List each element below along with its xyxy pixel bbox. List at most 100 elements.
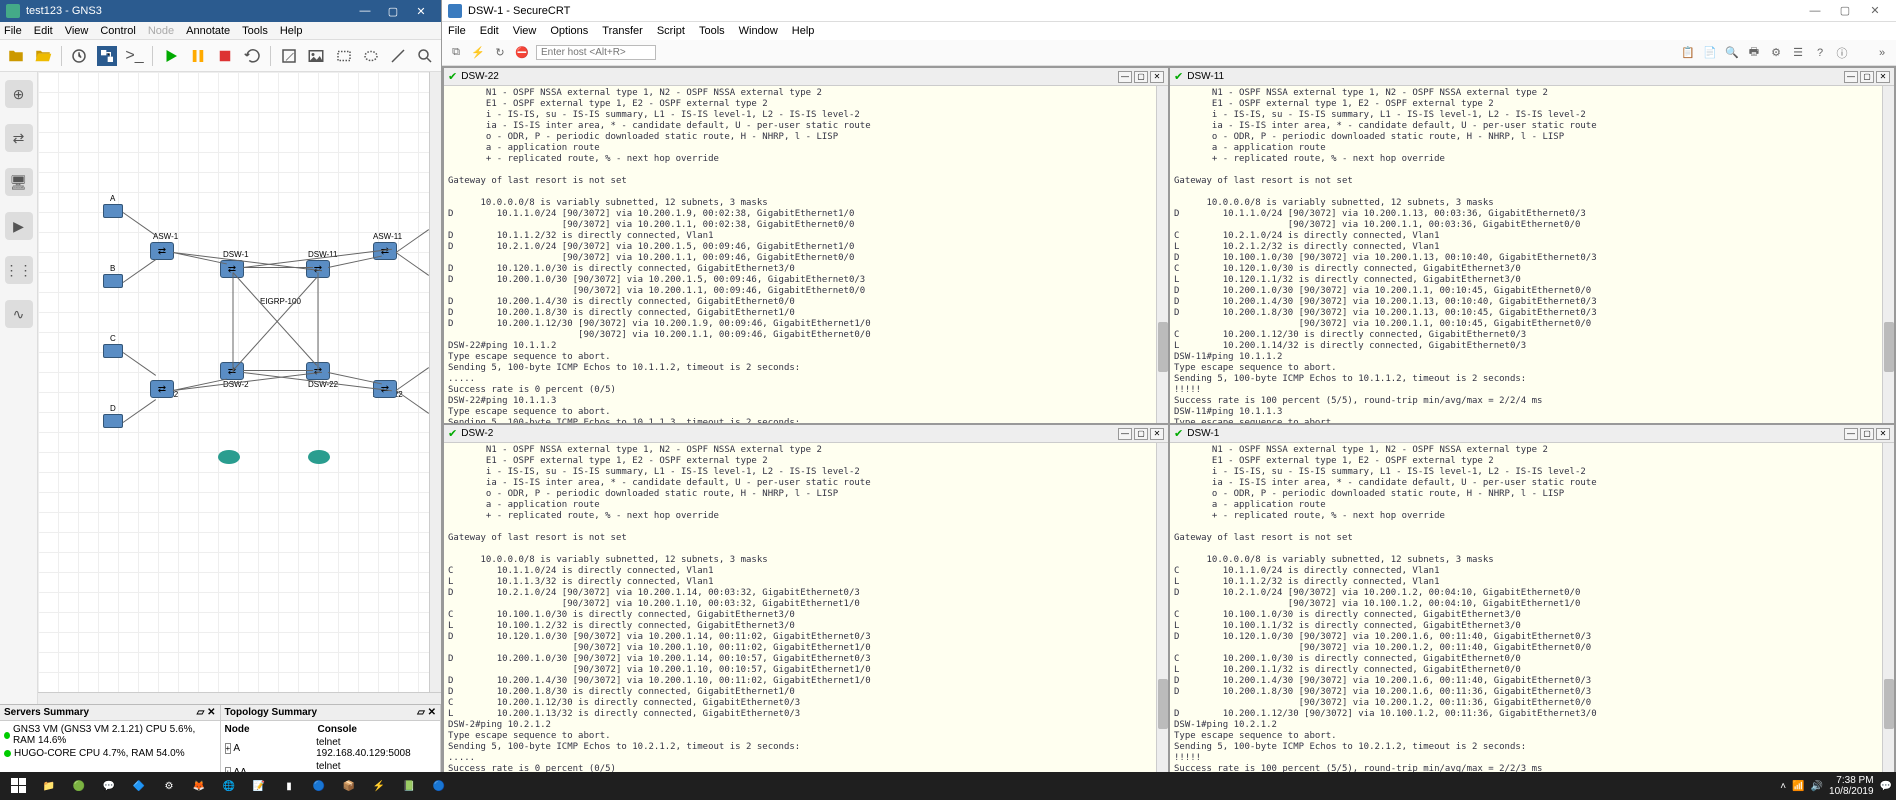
palette-end-devices-icon[interactable]: 🖥: [5, 168, 33, 196]
pane-max-icon[interactable]: ▢: [1860, 428, 1874, 440]
taskbar-app-icon[interactable]: 🌐: [214, 774, 244, 798]
annotation-note-icon[interactable]: [279, 46, 298, 66]
node-b[interactable]: [103, 274, 123, 288]
pane-max-icon[interactable]: ▢: [1134, 71, 1148, 83]
node-router-2[interactable]: [308, 450, 330, 464]
pane-close-icon[interactable]: ✕: [1150, 428, 1164, 440]
taskbar-app-icon[interactable]: 🔷: [124, 774, 154, 798]
minimize-button[interactable]: —: [1800, 5, 1830, 17]
tray-volume-icon[interactable]: 🔊: [1811, 781, 1823, 792]
system-tray[interactable]: ˄ 📶 🔊 7:38 PM 10/8/2019 💬: [1780, 775, 1892, 797]
console-all-icon[interactable]: >_: [125, 46, 144, 66]
maximize-button[interactable]: ▢: [1830, 4, 1860, 17]
new-project-icon[interactable]: [6, 46, 25, 66]
pane-close-icon[interactable]: ✕: [1876, 71, 1890, 83]
terminal-output[interactable]: N1 - OSPF NSSA external type 1, N2 - OSP…: [444, 86, 1168, 423]
taskbar-app-icon[interactable]: ⚡: [364, 774, 394, 798]
server-row[interactable]: GNS3 VM (GNS3 VM 2.1.21) CPU 5.6%, RAM 1…: [4, 723, 216, 747]
node-asw2[interactable]: ⇄: [150, 380, 174, 398]
menu-tools[interactable]: Tools: [242, 25, 268, 37]
find-icon[interactable]: 🔍: [1724, 45, 1740, 61]
open-project-icon[interactable]: [33, 46, 52, 66]
menu-tools[interactable]: Tools: [699, 25, 725, 37]
terminal-scrollbar[interactable]: [1882, 86, 1894, 423]
terminal-scrollbar[interactable]: [1882, 443, 1894, 780]
toolbar-overflow-icon[interactable]: »: [1874, 45, 1890, 61]
menu-help[interactable]: Help: [280, 25, 303, 37]
node-router-1[interactable]: [218, 450, 240, 464]
show-port-labels-icon[interactable]: [97, 46, 117, 66]
file-explorer-icon[interactable]: 📁: [34, 774, 64, 798]
menu-edit[interactable]: Edit: [480, 25, 499, 37]
panel-undock-icon[interactable]: ▱: [417, 707, 425, 718]
annotation-line-icon[interactable]: [388, 46, 407, 66]
node-a[interactable]: [103, 204, 123, 218]
menu-edit[interactable]: Edit: [34, 25, 53, 37]
annotation-ellipse-icon[interactable]: [361, 46, 380, 66]
menu-file[interactable]: File: [4, 25, 22, 37]
close-button[interactable]: ✕: [407, 5, 435, 18]
taskbar-app-icon[interactable]: 🟢: [64, 774, 94, 798]
pane-min-icon[interactable]: —: [1118, 71, 1132, 83]
pane-close-icon[interactable]: ✕: [1150, 71, 1164, 83]
gns3-canvas[interactable]: A AA B BB C CC D DD ASW-1 ⇄ ASW-11 ⇄ ASW…: [38, 72, 441, 704]
canvas-vscroll[interactable]: [429, 72, 441, 692]
panel-close-icon[interactable]: ✕: [428, 707, 436, 718]
minimize-button[interactable]: —: [351, 5, 379, 17]
pane-close-icon[interactable]: ✕: [1876, 428, 1890, 440]
terminal-tab[interactable]: ✔DSW-2—▢✕: [444, 425, 1168, 443]
disconnect-icon[interactable]: ⛔: [514, 45, 530, 61]
menu-file[interactable]: File: [448, 25, 466, 37]
panel-undock-icon[interactable]: ▱: [197, 707, 205, 718]
maximize-button[interactable]: ▢: [379, 5, 407, 18]
palette-link-icon[interactable]: ∿: [5, 300, 33, 328]
menu-help[interactable]: Help: [792, 25, 815, 37]
crt-titlebar[interactable]: DSW-1 - SecureCRT — ▢ ✕: [442, 0, 1896, 22]
copy-icon[interactable]: 📋: [1680, 45, 1696, 61]
start-button[interactable]: [4, 774, 34, 798]
pane-min-icon[interactable]: —: [1844, 428, 1858, 440]
tree-expand-icon[interactable]: +: [225, 743, 232, 754]
menu-annotate[interactable]: Annotate: [186, 25, 230, 37]
menu-window[interactable]: Window: [739, 25, 778, 37]
session-manager-icon[interactable]: ⧉: [448, 45, 464, 61]
taskbar-app-icon[interactable]: 🔵: [424, 774, 454, 798]
terminal-scrollbar[interactable]: [1156, 86, 1168, 423]
node-asw1[interactable]: ⇄: [150, 242, 174, 260]
annotation-rect-icon[interactable]: [334, 46, 353, 66]
snapshot-icon[interactable]: [70, 46, 89, 66]
taskbar-app-icon[interactable]: 📝: [244, 774, 274, 798]
stop-all-icon[interactable]: [216, 46, 235, 66]
server-row[interactable]: HUGO-CORE CPU 4.7%, RAM 54.0%: [4, 747, 216, 760]
settings-icon[interactable]: ⚙: [154, 774, 184, 798]
tray-chevron-icon[interactable]: ˄: [1780, 781, 1786, 792]
menu-view[interactable]: View: [65, 25, 89, 37]
terminal-tab[interactable]: ✔DSW-1—▢✕: [1170, 425, 1894, 443]
settings-icon[interactable]: ⚙: [1768, 45, 1784, 61]
taskbar-app-icon[interactable]: 💬: [94, 774, 124, 798]
palette-routers-icon[interactable]: ⊕: [5, 80, 33, 108]
pane-max-icon[interactable]: ▢: [1860, 71, 1874, 83]
close-button[interactable]: ✕: [1860, 4, 1890, 17]
canvas-hscroll[interactable]: [38, 692, 441, 704]
pause-all-icon[interactable]: [188, 46, 207, 66]
terminal-tab[interactable]: ✔DSW-11—▢✕: [1170, 68, 1894, 86]
tray-network-icon[interactable]: 📶: [1792, 781, 1804, 792]
print-icon[interactable]: 🖶: [1746, 45, 1762, 61]
help-icon[interactable]: ?: [1812, 45, 1828, 61]
annotation-image-icon[interactable]: [307, 46, 326, 66]
taskbar-app-icon[interactable]: 📦: [334, 774, 364, 798]
menu-options[interactable]: Options: [550, 25, 588, 37]
menu-view[interactable]: View: [513, 25, 537, 37]
node-c[interactable]: [103, 344, 123, 358]
session-options-icon[interactable]: ☰: [1790, 45, 1806, 61]
taskbar-app-icon[interactable]: 🔵: [304, 774, 334, 798]
panel-close-icon[interactable]: ✕: [207, 707, 215, 718]
gns3-titlebar[interactable]: test123 - GNS3 — ▢ ✕: [0, 0, 441, 22]
palette-security-icon[interactable]: ▶: [5, 212, 33, 240]
zoom-icon[interactable]: [416, 46, 435, 66]
notifications-icon[interactable]: 💬: [1880, 781, 1892, 792]
menu-transfer[interactable]: Transfer: [602, 25, 643, 37]
palette-all-icon[interactable]: ⋮⋮: [5, 256, 33, 284]
topology-row[interactable]: + Atelnet 192.168.40.129:5008: [225, 736, 437, 760]
